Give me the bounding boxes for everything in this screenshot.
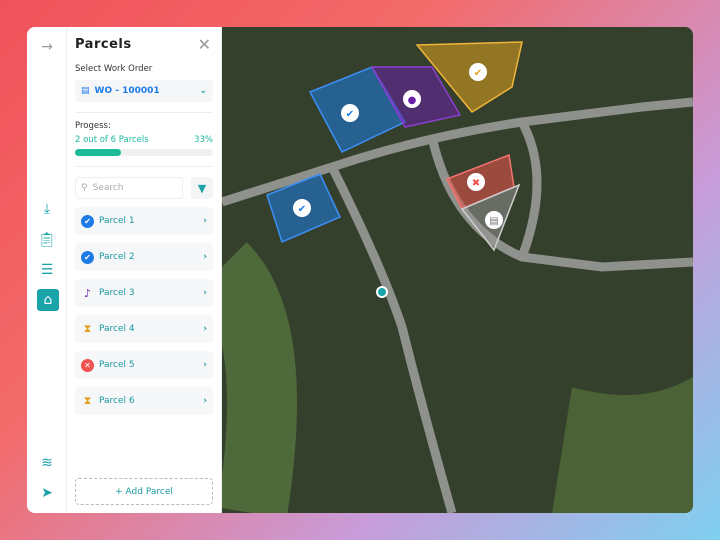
filter-button[interactable]: ▼ [191, 177, 213, 199]
panel-title: Parcels [75, 37, 132, 52]
clipboard-icon: ▤ [81, 86, 90, 96]
parcel-item[interactable]: ⧗ Parcel 4 › [75, 315, 213, 343]
chevron-right-icon: › [203, 324, 207, 334]
download-icon[interactable]: ⤓ [37, 199, 57, 219]
parcel-item[interactable]: ⧗ Parcel 6 › [75, 387, 213, 415]
parcel-label: Parcel 4 [99, 324, 135, 334]
parcels-panel: Parcels ✕ Select Work Order ▤ WO - 100001… [67, 27, 222, 513]
svg-text:▤: ▤ [489, 216, 498, 227]
chevron-down-icon: ⌄ [199, 86, 207, 96]
rejected-icon: ✕ [81, 358, 94, 372]
progress-fill [75, 149, 121, 156]
search-placeholder: Search [92, 183, 124, 193]
progress-bar [75, 149, 213, 156]
svg-text:✔: ✔ [474, 68, 482, 79]
work-order-value: WO - 100001 [94, 86, 160, 96]
chevron-right-icon: › [203, 288, 207, 298]
parcel-item[interactable]: ✕ Parcel 5 › [75, 351, 213, 379]
layers-icon[interactable]: ≋ [37, 453, 57, 473]
notification-icon: ♪ [83, 286, 92, 300]
svg-text:✔: ✔ [346, 109, 354, 120]
parcel-label: Parcel 1 [99, 216, 135, 226]
progress-text: 2 out of 6 Parcels [75, 135, 149, 145]
svg-text:✖: ✖ [472, 178, 480, 189]
arrow-right-icon[interactable]: → [37, 37, 57, 57]
chevron-right-icon: › [203, 360, 207, 370]
progress-label: Progess: [75, 121, 111, 131]
progress-percent: 33% [194, 135, 213, 145]
work-order-label: Select Work Order [75, 64, 153, 74]
list-icon[interactable]: ☰ [37, 260, 57, 280]
completed-icon: ✔ [81, 214, 94, 228]
add-parcel-button[interactable]: + Add Parcel [75, 478, 213, 505]
pending-icon: ⧗ [83, 394, 92, 407]
chevron-right-icon: › [203, 396, 207, 406]
svg-text:✔: ✔ [298, 204, 306, 215]
home-icon[interactable]: ⌂ [37, 289, 59, 311]
parcel-label: Parcel 3 [99, 288, 135, 298]
parcel-label: Parcel 5 [99, 360, 135, 370]
search-input[interactable]: ⚲ Search [75, 177, 183, 199]
navigation-icon[interactable]: ➤ [37, 483, 57, 503]
parcel-label: Parcel 6 [99, 396, 135, 406]
map-canvas: ✔ ● ✔ ✔ ✖ ▤ [196, 27, 693, 513]
close-icon[interactable]: ✕ [198, 35, 211, 54]
parcel-list: ✔ Parcel 1 › ✔ Parcel 2 › ♪ Parcel 3 › ⧗ Parcel 4 ›… [75, 207, 213, 415]
pending-icon: ⧗ [83, 322, 92, 335]
parcel-item[interactable]: ♪ Parcel 3 › [75, 279, 213, 307]
icon-rail: → ⤓ 📋︎ ☰ ⌂ ≋ ➤ [27, 27, 67, 513]
svg-text:●: ● [408, 95, 417, 106]
clipboard-icon[interactable]: 📋︎ [37, 230, 57, 250]
chevron-right-icon: › [203, 252, 207, 262]
parcel-label: Parcel 2 [99, 252, 135, 262]
parcel-item[interactable]: ✔ Parcel 1 › [75, 207, 213, 235]
app-window: → ⤓ 📋︎ ☰ ⌂ ≋ ➤ Parcels ✕ Select Work Ord… [27, 27, 693, 513]
completed-icon: ✔ [81, 250, 94, 264]
work-order-select[interactable]: ▤ WO - 100001 ⌄ [75, 80, 213, 102]
chevron-right-icon: › [203, 216, 207, 226]
parcel-item[interactable]: ✔ Parcel 2 › [75, 243, 213, 271]
map-view[interactable]: ✔ ● ✔ ✔ ✖ ▤ [196, 27, 693, 513]
search-icon: ⚲ [81, 183, 88, 193]
location-marker [376, 286, 388, 298]
